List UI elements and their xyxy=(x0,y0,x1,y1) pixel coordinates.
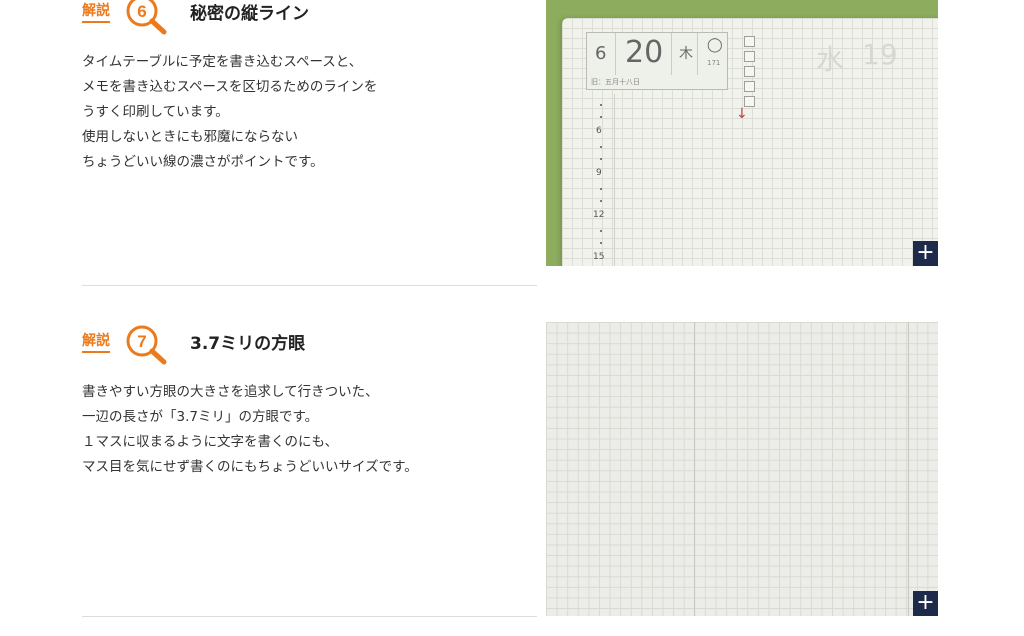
description-line: 使用しないときにも邪魔にならない xyxy=(82,129,298,145)
zoom-plus-button[interactable]: + xyxy=(913,241,938,266)
arrow-down-icon: ↓ xyxy=(736,106,748,122)
magnifier-icon: 7 xyxy=(126,325,167,365)
section-7: 解説 7 3.7ミリの方眼 書きやすい方眼の大きさを追求して行きついた、 一辺の… xyxy=(0,320,1024,620)
section-description: タイムテーブルに予定を書き込むスペースと、 メモを書き込むスペースを区切るための… xyxy=(82,50,377,175)
checkbox-column xyxy=(744,36,755,111)
secret-vertical-line xyxy=(614,94,615,266)
description-line: ちょうどいい線の濃さがポイントです。 xyxy=(82,154,324,170)
grid-photo[interactable]: + xyxy=(546,322,938,616)
section-divider xyxy=(82,616,537,617)
description-line: １マスに収まるように文字を書くのにも、 xyxy=(82,434,339,450)
day-count: 171 xyxy=(707,59,721,67)
date-weekday: 木 xyxy=(679,46,693,62)
zoom-plus-button[interactable]: + xyxy=(913,591,938,616)
moon-icon: ◯ xyxy=(707,37,723,53)
kaisetsu-badge: 解説 xyxy=(82,330,110,353)
lunar-date: 旧：五月十八日 xyxy=(591,78,640,86)
section-description: 書きやすい方眼の大きさを追求して行きついた、 一辺の長さが「3.7ミリ」の方眼で… xyxy=(82,380,418,480)
hour-label: 12 xyxy=(593,210,605,220)
date-day: 20 xyxy=(625,35,664,70)
grid-page xyxy=(546,322,938,616)
description-line: マス目を気にせず書くのにもちょうどいいサイズです。 xyxy=(82,459,418,475)
section-number: 6 xyxy=(137,2,146,21)
ghost-day: 19 xyxy=(862,38,898,71)
section-title: 3.7ミリの方眼 xyxy=(190,334,306,354)
hour-label: 6 xyxy=(596,126,602,136)
hour-label: 9 xyxy=(596,168,602,178)
description-line: タイムテーブルに予定を書き込むスペースと、 xyxy=(82,54,363,70)
date-box: 6 20 木 ◯ 171 旧：五月十八日 xyxy=(586,32,728,90)
kaisetsu-badge: 解説 xyxy=(82,0,110,23)
ghost-weekday: 水 xyxy=(816,43,845,76)
date-month: 6 xyxy=(595,43,607,64)
notebook-photo[interactable]: 6 20 木 ◯ 171 旧：五月十八日 水 19 ↓ 6 9 12 15 + xyxy=(546,0,938,266)
section-divider xyxy=(82,285,537,286)
section-6: 解説 6 秘密の縦ライン タイムテーブルに予定を書き込むスペースと、 メモを書き… xyxy=(0,0,1024,286)
notebook-page: 6 20 木 ◯ 171 旧：五月十八日 水 19 ↓ 6 9 12 15 xyxy=(562,18,938,266)
description-line: 一辺の長さが「3.7ミリ」の方眼です。 xyxy=(82,409,319,425)
description-line: メモを書き込むスペースを区切るためのラインを xyxy=(82,79,378,95)
hour-label: 15 xyxy=(593,252,605,262)
section-title: 秘密の縦ライン xyxy=(190,4,309,24)
description-line: うすく印刷しています。 xyxy=(82,104,229,120)
section-number: 7 xyxy=(137,332,146,351)
description-line: 書きやすい方眼の大きさを追求して行きついた、 xyxy=(82,384,379,400)
magnifier-icon: 6 xyxy=(126,0,167,35)
